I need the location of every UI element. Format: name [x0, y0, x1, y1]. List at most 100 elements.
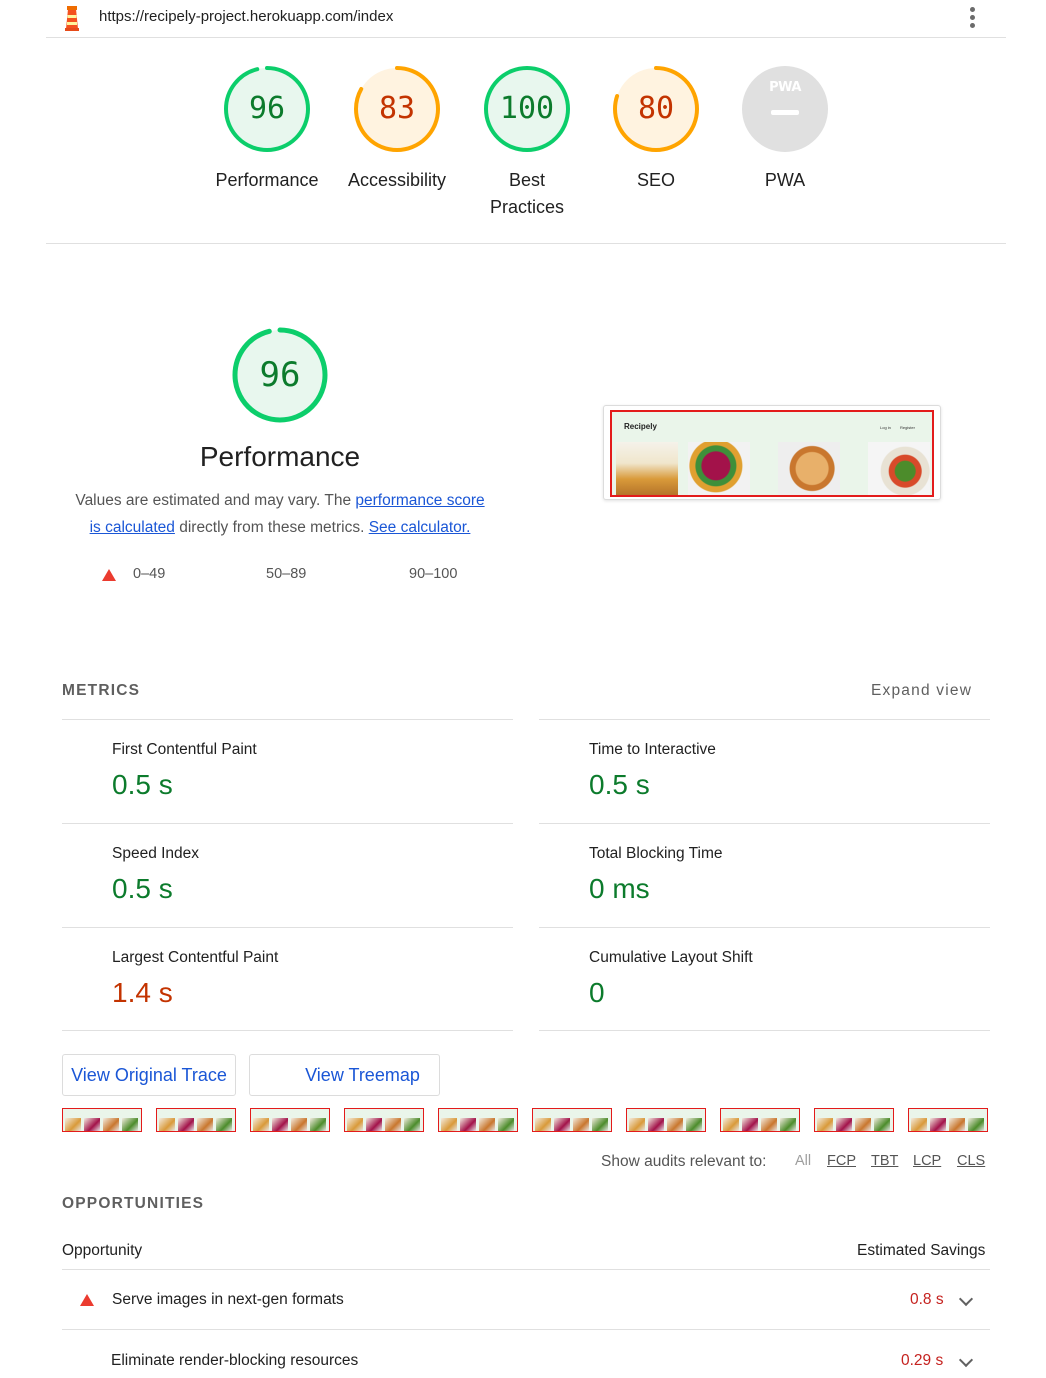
- filmstrip-thumb-image: [65, 1118, 81, 1131]
- category-label: Performance: [202, 167, 332, 194]
- screenshot-nav-login: Log in: [880, 425, 891, 430]
- score-value: [740, 64, 830, 154]
- filmstrip-thumb-image: [498, 1118, 514, 1131]
- opportunity-render-blocking[interactable]: Eliminate render-blocking resources: [111, 1352, 358, 1370]
- opportunity-savings: 0.8 s: [910, 1291, 944, 1308]
- category-gauge-3[interactable]: 80 SEO: [591, 64, 721, 194]
- filmstrip-frame: [720, 1108, 800, 1132]
- savings-column-header: Estimated Savings: [857, 1242, 986, 1259]
- lighthouse-icon: [65, 6, 79, 31]
- performance-score-gauge: 96: [231, 326, 329, 424]
- opportunity-savings: 0.29 s: [901, 1352, 944, 1369]
- divider: [539, 1030, 990, 1031]
- category-gauge-2[interactable]: 100 Best Practices: [462, 64, 592, 221]
- is-calculated-link[interactable]: is calculated: [90, 519, 175, 536]
- category-gauge-0[interactable]: 96 Performance: [202, 64, 332, 194]
- filmstrip-thumb-image: [629, 1118, 645, 1131]
- filmstrip-thumb-image: [385, 1118, 401, 1131]
- filter-cls[interactable]: CLS: [957, 1153, 985, 1169]
- filmstrip-thumb-image: [535, 1118, 551, 1131]
- category-gauge-4[interactable]: PWA PWA: [720, 64, 850, 194]
- filmstrip-thumb-image: [554, 1118, 570, 1131]
- opportunity-next-gen-images[interactable]: Serve images in next-gen formats: [112, 1291, 344, 1309]
- filmstrip-thumb-image: [159, 1118, 175, 1131]
- screenshot-brand: Recipely: [624, 422, 657, 431]
- filmstrip-thumb-image: [874, 1118, 890, 1131]
- expand-view-toggle[interactable]: Expand view: [871, 682, 972, 700]
- view-treemap-label: View Treemap: [305, 1065, 420, 1085]
- filmstrip-frame: [908, 1108, 988, 1132]
- filter-tbt[interactable]: TBT: [871, 1153, 898, 1169]
- metric-value: 0.5 s: [589, 769, 650, 800]
- pwa-badge-text: PWA: [769, 80, 801, 95]
- filmstrip-thumb-image: [817, 1118, 833, 1131]
- category-gauge-1[interactable]: 83 Accessibility: [332, 64, 462, 194]
- filmstrip-thumb-image: [310, 1118, 326, 1131]
- divider: [539, 719, 990, 720]
- filmstrip-thumb-image: [968, 1118, 984, 1131]
- score-value: 96: [248, 91, 286, 126]
- filmstrip-frame: [156, 1108, 236, 1132]
- food-image-pizza: [778, 442, 840, 495]
- category-label-line1: Performance: [215, 170, 319, 190]
- legend-average: 50–89: [266, 566, 307, 582]
- metric-value: 0.5 s: [112, 769, 173, 800]
- filmstrip-thumb-image: [291, 1118, 307, 1131]
- category-label: Accessibility: [332, 167, 462, 194]
- report-topbar: https://recipely-project.herokuapp.com/i…: [46, 0, 1006, 38]
- performance-score-link[interactable]: performance score: [355, 492, 484, 509]
- filmstrip-thumb-image: [272, 1118, 288, 1131]
- filmstrip-thumb-image: [103, 1118, 119, 1131]
- report-url[interactable]: https://recipely-project.herokuapp.com/i…: [99, 8, 393, 25]
- see-calculator-link[interactable]: See calculator.: [369, 519, 471, 536]
- filter-all[interactable]: All: [795, 1153, 811, 1169]
- filmstrip-thumb-image: [479, 1118, 495, 1131]
- category-label: Best Practices: [462, 167, 592, 221]
- score-gauge: PWA: [740, 64, 830, 154]
- filmstrip-frame: [814, 1108, 894, 1132]
- score-value: 80: [637, 91, 675, 126]
- filmstrip-thumb-image: [404, 1118, 420, 1131]
- metric-label: Time to Interactive: [589, 741, 716, 758]
- divider: [62, 719, 513, 720]
- filmstrip-thumb-image: [573, 1118, 589, 1131]
- more-options-icon[interactable]: [964, 4, 980, 30]
- filmstrip-thumb-image: [780, 1118, 796, 1131]
- metric-label: First Contentful Paint: [112, 741, 257, 758]
- metric-value: 0 ms: [589, 873, 650, 904]
- chevron-down-icon[interactable]: [958, 1352, 974, 1368]
- desc-text-1: Values are estimated and may vary. The: [75, 492, 356, 509]
- filmstrip-thumb-image: [84, 1118, 100, 1131]
- filmstrip-thumb-image: [122, 1118, 138, 1131]
- screenshot-page: Recipely Log in Register: [610, 410, 934, 497]
- filmstrip-thumb-image: [197, 1118, 213, 1131]
- view-treemap-button[interactable]: View Treemap: [249, 1054, 440, 1096]
- filter-lcp[interactable]: LCP: [913, 1153, 941, 1169]
- filmstrip-thumb-image: [930, 1118, 946, 1131]
- filter-fcp[interactable]: FCP: [827, 1153, 856, 1169]
- chevron-down-icon[interactable]: [958, 1291, 974, 1307]
- divider: [62, 1329, 990, 1330]
- divider: [539, 927, 990, 928]
- filmstrip-frame: [62, 1108, 142, 1132]
- filmstrip-thumb-image: [592, 1118, 608, 1131]
- food-image-salad: [868, 442, 930, 495]
- divider: [62, 823, 513, 824]
- score-gauge: 100: [482, 64, 572, 154]
- metrics-heading: METRICS: [62, 682, 141, 699]
- metric-label: Largest Contentful Paint: [112, 949, 279, 966]
- score-value: 100: [499, 91, 555, 126]
- category-label: PWA: [720, 167, 850, 194]
- category-label-line1: Best: [508, 170, 546, 190]
- food-image-bowl: [688, 442, 750, 495]
- metric-value: 1.4 s: [112, 977, 173, 1008]
- lighthouse-report: https://recipely-project.herokuapp.com/i…: [0, 0, 1046, 1378]
- final-screenshot[interactable]: Recipely Log in Register: [603, 405, 941, 500]
- filmstrip-thumb-image: [686, 1118, 702, 1131]
- filmstrip-frame: [344, 1108, 424, 1132]
- filmstrip-thumb-image: [836, 1118, 852, 1131]
- view-original-trace-button[interactable]: View Original Trace: [62, 1054, 236, 1096]
- divider: [62, 927, 513, 928]
- category-label-line1: PWA: [764, 170, 806, 190]
- metric-label: Cumulative Layout Shift: [589, 949, 753, 966]
